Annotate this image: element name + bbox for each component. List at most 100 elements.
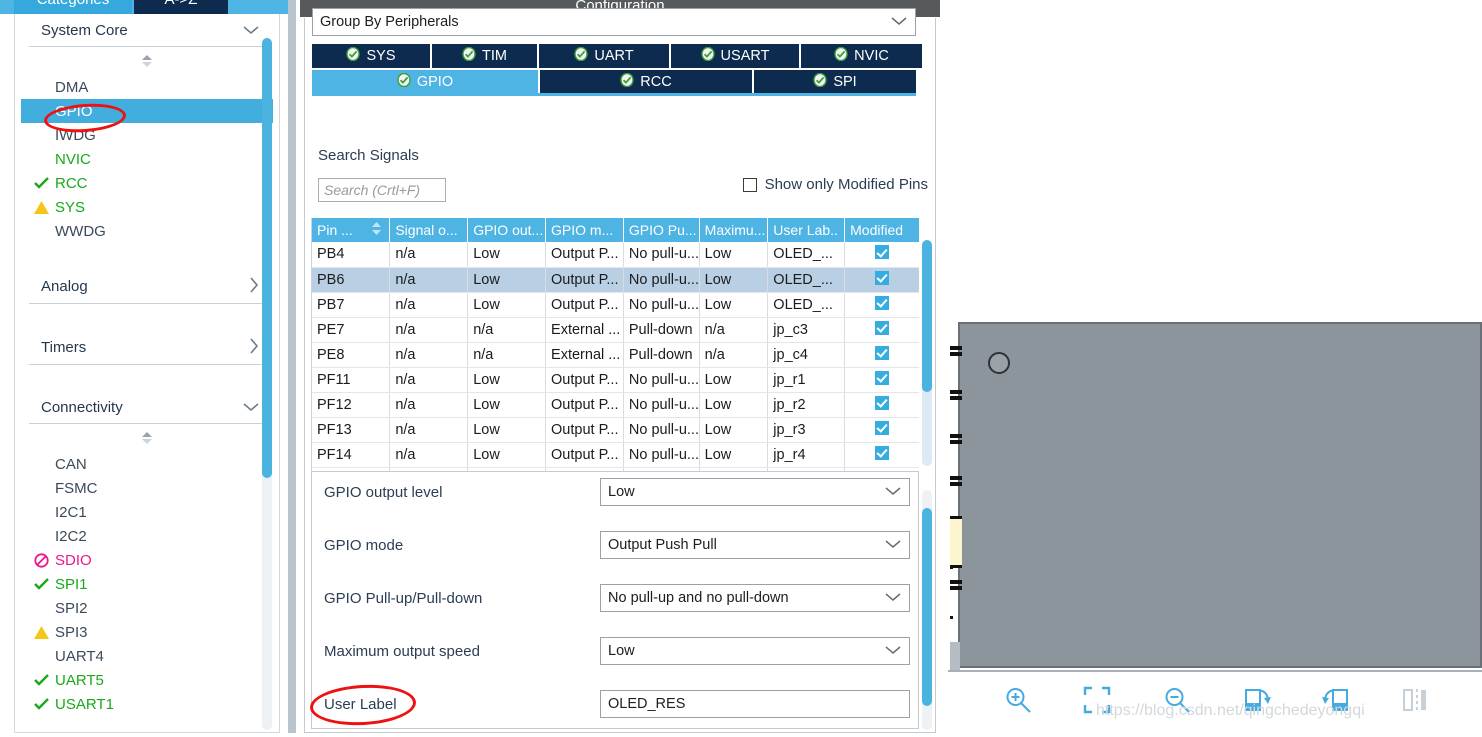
sidebar-group-header-system-core[interactable]: System Core <box>15 14 279 46</box>
scroll-spinner-icon[interactable] <box>15 54 279 73</box>
sidebar-splitter[interactable] <box>288 0 296 733</box>
sidebar-scrollbar[interactable] <box>262 38 272 730</box>
cell-modified[interactable] <box>844 242 919 268</box>
sidebar-tab-az[interactable]: A->Z <box>134 0 228 14</box>
sidebar-item-sys[interactable]: SYS <box>15 195 279 219</box>
cell-modified[interactable] <box>844 342 919 368</box>
property-row-gpio-output-level: GPIO output level Low <box>312 472 918 525</box>
tab-sys[interactable]: SYS <box>312 44 430 68</box>
table-row[interactable]: PF11 n/a Low Output P... No pull-u... Lo… <box>312 367 919 393</box>
column-header-max-speed[interactable]: Maximu... <box>699 218 769 242</box>
sidebar-item-uart4[interactable]: UART4 <box>15 644 279 668</box>
chip-left-pin-stub[interactable] <box>950 440 962 444</box>
sidebar-item-iwdg[interactable]: IWDG <box>15 123 279 147</box>
chip-left-pin-stub[interactable] <box>950 352 962 356</box>
chip-canvas[interactable]: VDD VSS PE1 PE0 PB9 PB8 BOOT.. OLED_DC <box>948 0 1482 670</box>
tab-uart[interactable]: UART <box>539 44 669 68</box>
column-header-signal[interactable]: Signal o... <box>389 218 469 242</box>
table-row[interactable]: PF12 n/a Low Output P... No pull-u... Lo… <box>312 392 919 418</box>
properties-scrollbar[interactable] <box>922 490 932 730</box>
chip-left-power-pin[interactable] <box>950 516 962 568</box>
sidebar-item-i2c2[interactable]: I2C2 <box>15 524 279 548</box>
tab-spi[interactable]: SPI <box>754 70 916 94</box>
sidebar-item-fsmc[interactable]: FSMC <box>15 476 279 500</box>
table-row[interactable]: PF13 n/a Low Output P... No pull-u... Lo… <box>312 417 919 443</box>
sidebar-item-wwdg[interactable]: WWDG <box>15 219 279 243</box>
sidebar-item-spi2[interactable]: SPI2 <box>15 596 279 620</box>
chip-package-body[interactable] <box>950 322 1482 670</box>
sidebar-item-spi1[interactable]: SPI1 <box>15 572 279 596</box>
cell-modified[interactable] <box>844 442 919 468</box>
sidebar-tab-categories[interactable]: Categories <box>14 0 132 14</box>
zoom-out-icon[interactable] <box>1162 685 1192 720</box>
chip-left-pin-stub[interactable] <box>950 434 962 438</box>
chip-left-pin-stub[interactable] <box>950 482 962 486</box>
sidebar-item-i2c1[interactable]: I2C1 <box>15 500 279 524</box>
chip-left-pin-stub[interactable] <box>950 580 962 584</box>
properties-scrollbar-thumb[interactable] <box>922 508 932 706</box>
tab-nvic[interactable]: NVIC <box>801 44 922 68</box>
sort-icon[interactable] <box>371 222 382 238</box>
user-label-input[interactable]: OLED_RES <box>600 690 910 718</box>
show-modified-pins-row[interactable]: Show only Modified Pins <box>742 176 928 193</box>
sidebar-item-gpio[interactable]: GPIO <box>21 99 273 123</box>
table-scrollbar-thumb[interactable] <box>922 240 932 392</box>
sidebar-item-rcc[interactable]: RCC <box>15 171 279 195</box>
check-circle-icon <box>700 46 715 65</box>
cell-modified[interactable] <box>844 392 919 418</box>
zoom-in-icon[interactable] <box>1003 685 1033 720</box>
tab-tim[interactable]: TIM <box>432 44 537 68</box>
gpio-pin-table[interactable]: Pin ... Signal o... GPIO out... GPIO m..… <box>311 218 919 471</box>
sidebar-item-spi3[interactable]: SPI3 <box>15 620 279 644</box>
gpio-mode-select[interactable]: Output Push Pull <box>600 531 910 559</box>
scroll-spinner-icon[interactable] <box>15 431 279 450</box>
table-scrollbar[interactable] <box>922 240 932 466</box>
chip-left-pin-stub[interactable] <box>950 586 962 590</box>
column-header-modified[interactable]: Modified <box>844 218 919 242</box>
search-input[interactable] <box>318 178 446 202</box>
table-row[interactable]: PE8 n/a n/a External ... Pull-down n/a j… <box>312 342 919 368</box>
sidebar-item-sdio[interactable]: SDIO <box>15 548 279 572</box>
chip-left-pin-stub[interactable] <box>950 396 962 400</box>
cell-modified[interactable] <box>844 367 919 393</box>
sidebar-group-header-timers[interactable]: Timers <box>15 330 279 364</box>
peripheral-tabs-row-2: GPIO RCC SPI <box>312 70 916 94</box>
chip-left-pin-stub[interactable] <box>950 476 962 480</box>
tab-usart[interactable]: USART <box>671 44 799 68</box>
gpio-output-level-select[interactable]: Low <box>600 478 910 506</box>
flip-icon[interactable] <box>1401 685 1427 720</box>
gpio-pull-select[interactable]: No pull-up and no pull-down <box>600 584 910 612</box>
chip-left-pin-stub[interactable] <box>950 346 962 350</box>
sidebar-scrollbar-thumb[interactable] <box>262 38 272 478</box>
show-modified-pins-checkbox[interactable] <box>742 177 757 192</box>
sidebar-item-nvic[interactable]: NVIC <box>15 147 279 171</box>
rotate-left-icon[interactable] <box>1321 685 1351 720</box>
table-row[interactable]: PF14 n/a Low Output P... No pull-u... Lo… <box>312 442 919 468</box>
column-header-pin[interactable]: Pin ... <box>312 218 391 242</box>
table-row[interactable]: PB4 n/a Low Output P... No pull-u... Low… <box>312 242 919 268</box>
zoom-fit-icon[interactable] <box>1082 685 1112 720</box>
tab-rcc[interactable]: RCC <box>540 70 752 94</box>
sidebar-item-uart5[interactable]: UART5 <box>15 668 279 692</box>
column-header-user-label[interactable]: User Lab.. <box>767 218 846 242</box>
tab-gpio[interactable]: GPIO <box>312 70 538 94</box>
table-row[interactable]: PE7 n/a n/a External ... Pull-down n/a j… <box>312 317 919 343</box>
sidebar-item-dma[interactable]: DMA <box>15 75 279 99</box>
column-header-gpio-pull[interactable]: GPIO Pu... <box>623 218 700 242</box>
column-header-gpio-output[interactable]: GPIO out... <box>467 218 547 242</box>
rotate-right-icon[interactable] <box>1242 685 1272 720</box>
table-row[interactable]: PB6 n/a Low Output P... No pull-u... Low… <box>312 267 919 293</box>
chip-left-pin-stub[interactable] <box>950 390 962 394</box>
sidebar-group-header-connectivity[interactable]: Connectivity <box>15 391 279 423</box>
max-output-speed-select[interactable]: Low <box>600 637 910 665</box>
cell-modified[interactable] <box>844 292 919 318</box>
cell-modified[interactable] <box>844 417 919 443</box>
sidebar-item-usart1[interactable]: USART1 <box>15 692 279 716</box>
sidebar-item-can[interactable]: CAN <box>15 452 279 476</box>
column-header-gpio-mode[interactable]: GPIO m... <box>545 218 624 242</box>
group-by-select[interactable]: Group By Peripherals <box>312 8 916 36</box>
cell-modified[interactable] <box>844 317 919 343</box>
sidebar-group-header-analog[interactable]: Analog <box>15 269 279 303</box>
cell-modified[interactable] <box>844 267 919 293</box>
table-row[interactable]: PB7 n/a Low Output P... No pull-u... Low… <box>312 292 919 318</box>
